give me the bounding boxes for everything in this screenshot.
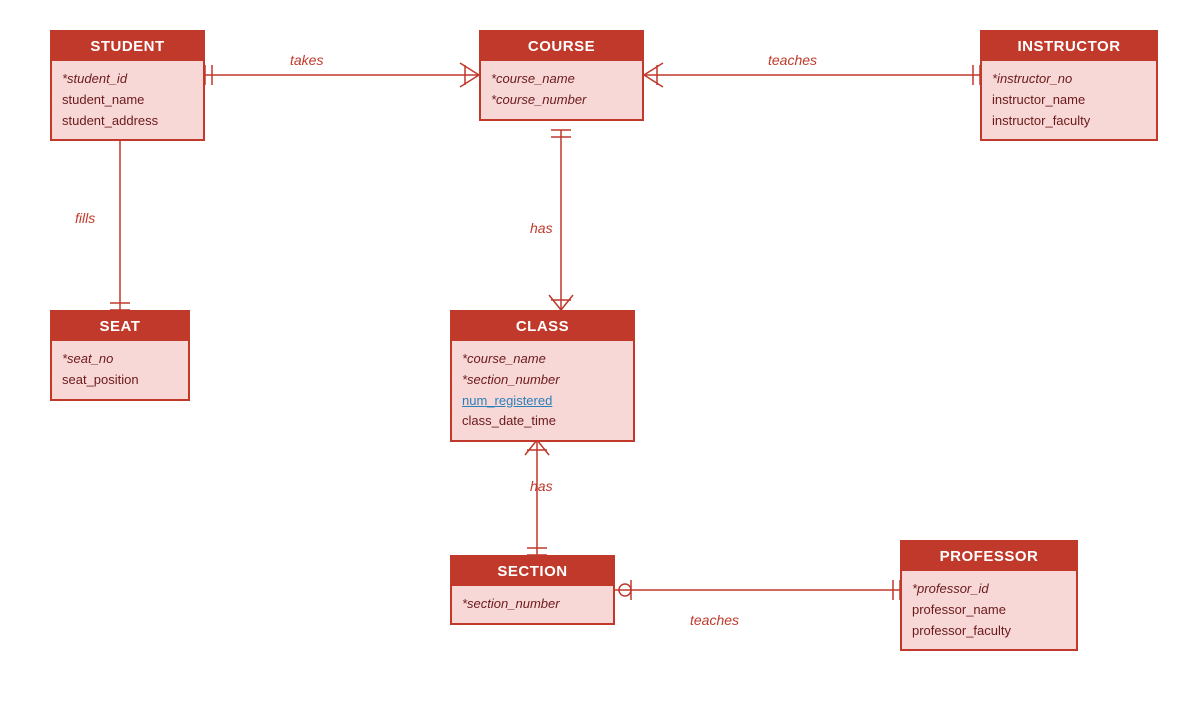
- field-section-number: *section_number: [462, 594, 603, 615]
- field-seat-no: *seat_no: [62, 349, 178, 370]
- field-course-name: *course_name: [491, 69, 632, 90]
- label-takes: takes: [290, 52, 323, 68]
- entity-section: SECTION *section_number: [450, 555, 615, 625]
- field-professor-faculty: professor_faculty: [912, 621, 1066, 642]
- field-class-date-time: class_date_time: [462, 411, 623, 432]
- entity-course: COURSE *course_name *course_number: [479, 30, 644, 121]
- diagram-container: STUDENT *student_id student_name student…: [0, 0, 1201, 724]
- entity-seat-body: *seat_no seat_position: [52, 341, 188, 399]
- field-instructor-faculty: instructor_faculty: [992, 111, 1146, 132]
- field-class-section-number: *section_number: [462, 370, 623, 391]
- field-seat-position: seat_position: [62, 370, 178, 391]
- entity-course-body: *course_name *course_number: [481, 61, 642, 119]
- field-class-course-name: *course_name: [462, 349, 623, 370]
- field-student-name: student_name: [62, 90, 193, 111]
- field-student-address: student_address: [62, 111, 193, 132]
- label-has-section: has: [530, 478, 553, 494]
- entity-course-header: COURSE: [481, 32, 642, 61]
- field-professor-id: *professor_id: [912, 579, 1066, 600]
- field-course-number: *course_number: [491, 90, 632, 111]
- field-student-id: *student_id: [62, 69, 193, 90]
- entity-instructor-header: INSTRUCTOR: [982, 32, 1156, 61]
- entity-class-body: *course_name *section_number num_registe…: [452, 341, 633, 440]
- entity-class-header: CLASS: [452, 312, 633, 341]
- label-fills: fills: [75, 210, 95, 226]
- entity-class: CLASS *course_name *section_number num_r…: [450, 310, 635, 442]
- field-instructor-name: instructor_name: [992, 90, 1146, 111]
- entity-section-header: SECTION: [452, 557, 613, 586]
- entity-student: STUDENT *student_id student_name student…: [50, 30, 205, 141]
- entity-student-header: STUDENT: [52, 32, 203, 61]
- entity-instructor: INSTRUCTOR *instructor_no instructor_nam…: [980, 30, 1158, 141]
- label-has-class: has: [530, 220, 553, 236]
- field-professor-name: professor_name: [912, 600, 1066, 621]
- field-class-num-registered: num_registered: [462, 391, 623, 412]
- entity-seat: SEAT *seat_no seat_position: [50, 310, 190, 401]
- field-instructor-no: *instructor_no: [992, 69, 1146, 90]
- entity-section-body: *section_number: [452, 586, 613, 623]
- entity-seat-header: SEAT: [52, 312, 188, 341]
- label-teaches-instructor: teaches: [768, 52, 817, 68]
- entity-professor-body: *professor_id professor_name professor_f…: [902, 571, 1076, 649]
- entity-student-body: *student_id student_name student_address: [52, 61, 203, 139]
- entity-professor-header: PROFESSOR: [902, 542, 1076, 571]
- entity-instructor-body: *instructor_no instructor_name instructo…: [982, 61, 1156, 139]
- label-teaches-professor: teaches: [690, 612, 739, 628]
- entity-professor: PROFESSOR *professor_id professor_name p…: [900, 540, 1078, 651]
